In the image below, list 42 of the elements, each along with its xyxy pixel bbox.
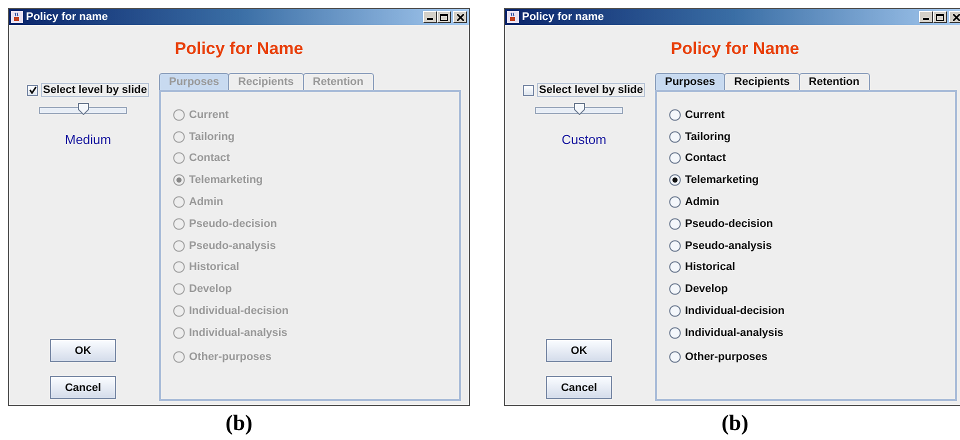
minimize-button[interactable]	[919, 11, 933, 23]
tab[interactable]: Recipients	[724, 73, 800, 90]
level-label: Medium	[64, 132, 112, 147]
figure-caption: (b)	[226, 410, 252, 436]
coffee-cup-icon	[507, 11, 519, 23]
purpose-radio[interactable]: Individual-decision	[669, 300, 955, 322]
cancel-button[interactable]: Cancel	[50, 376, 116, 399]
dialog-heading: Policy for Name	[670, 39, 800, 60]
maximize-icon	[440, 14, 448, 20]
purpose-radio[interactable]: Admin	[669, 191, 955, 213]
close-button[interactable]	[453, 11, 467, 23]
figure-caption: (b)	[722, 410, 748, 436]
tab[interactable]: Retention	[798, 73, 870, 90]
window-title: Policy for name	[26, 11, 109, 23]
slider-thumb[interactable]	[574, 103, 585, 115]
cancel-button[interactable]: Cancel	[546, 376, 612, 399]
purpose-radio[interactable]: Tailoring	[669, 126, 955, 148]
purpose-radio[interactable]: Other-purposes	[669, 346, 955, 368]
close-icon	[456, 14, 464, 20]
checkmark-icon	[28, 86, 37, 94]
level-label: Custom	[562, 132, 606, 147]
purpose-radio[interactable]: Individual-analysis	[669, 322, 955, 344]
window-title: Policy for name	[522, 11, 605, 23]
close-button[interactable]	[949, 11, 960, 23]
purpose-radio[interactable]: Contact	[669, 148, 955, 170]
maximize-icon	[936, 14, 944, 20]
maximize-button[interactable]	[933, 11, 947, 23]
purpose-radio[interactable]: Current	[669, 104, 955, 126]
purpose-radio[interactable]: Develop	[669, 278, 955, 300]
purpose-radio[interactable]: Historical	[669, 256, 955, 278]
purpose-radio[interactable]: Telemarketing	[669, 169, 955, 192]
purpose-radio[interactable]: Pseudo-analysis	[669, 234, 955, 257]
purpose-radio[interactable]: Pseudo-decision	[669, 212, 955, 235]
tab[interactable]: Purposes	[655, 73, 726, 90]
minimize-button[interactable]	[423, 11, 437, 23]
slider-thumb[interactable]	[78, 103, 89, 115]
ok-button[interactable]: OK	[50, 339, 116, 362]
close-icon	[952, 14, 960, 20]
coffee-cup-icon	[11, 11, 23, 23]
ok-button[interactable]: OK	[546, 339, 612, 362]
maximize-button[interactable]	[437, 11, 451, 23]
dialog-heading: Policy for Name	[174, 39, 304, 60]
